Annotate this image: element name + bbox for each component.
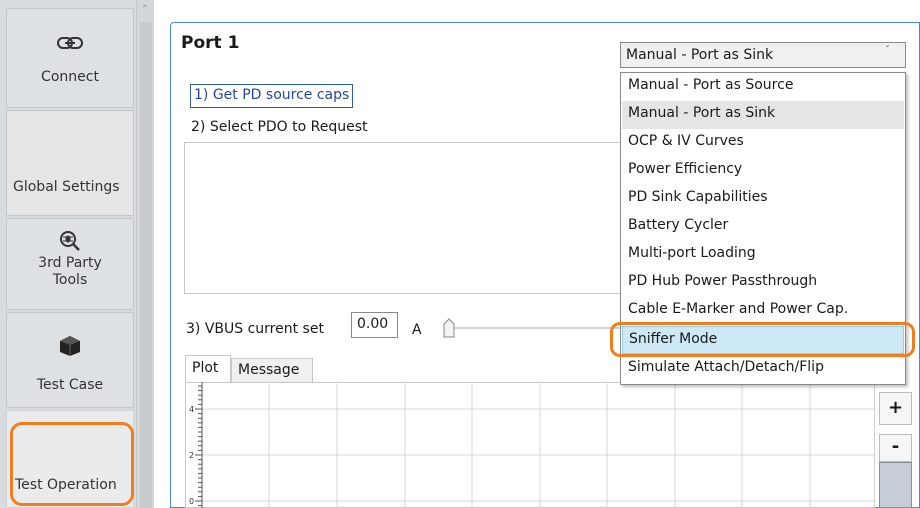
pdo-list[interactable] xyxy=(184,142,624,294)
connect-button[interactable]: Connect xyxy=(6,8,134,108)
zoom-in-button[interactable]: + xyxy=(879,392,912,425)
mode-option[interactable]: Power Efficiency xyxy=(622,157,904,185)
mode-option[interactable]: OCP & IV Curves xyxy=(622,129,904,157)
zoom-out-button[interactable]: - xyxy=(879,434,912,462)
mode-option[interactable]: Battery Cycler xyxy=(622,213,904,241)
global-settings-button[interactable]: Global Settings xyxy=(6,110,134,216)
mode-option[interactable]: Manual - Port as Source xyxy=(622,73,904,101)
mode-option[interactable]: Cable E-Marker and Power Cap. xyxy=(622,297,904,325)
tab-message[interactable]: Message xyxy=(231,358,313,383)
tab-plot[interactable]: Plot xyxy=(185,355,231,383)
y-tick-label: 0 xyxy=(189,497,194,506)
vbus-current-input[interactable]: 0.00 xyxy=(351,312,398,338)
mode-option[interactable]: Simulate Attach/Detach/Flip xyxy=(622,355,904,383)
bug-search-icon xyxy=(60,231,80,251)
mode-option[interactable]: PD Sink Capabilities xyxy=(622,185,904,213)
test-operation-highlight xyxy=(10,422,134,506)
global-settings-label: Global Settings xyxy=(13,179,120,195)
zoom-scroll-bar[interactable] xyxy=(879,462,912,508)
y-tick-label: 4 xyxy=(189,405,194,414)
mode-option[interactable]: Manual - Port as Sink xyxy=(622,101,904,129)
plot-grid: 4 2 0 xyxy=(189,382,875,508)
vbus-current-slider[interactable] xyxy=(446,327,622,329)
mode-option[interactable]: PD Hub Power Passthrough xyxy=(622,269,904,297)
third-party-label-line2: Tools xyxy=(52,272,88,288)
sniffer-mode-highlight xyxy=(610,322,915,357)
mode-select[interactable]: Manual - Port as Sink xyxy=(620,42,906,68)
vbus-unit-label: A xyxy=(412,322,422,338)
chevron-down-icon[interactable]: ˇ xyxy=(885,45,890,56)
test-case-button[interactable]: Test Case xyxy=(6,312,134,408)
mode-option[interactable]: Multi-port Loading xyxy=(622,241,904,269)
y-tick-label: 2 xyxy=(189,451,194,460)
scroll-up-icon[interactable]: ⌃ xyxy=(139,4,151,16)
port-title: Port 1 xyxy=(181,33,240,53)
test-case-label: Test Case xyxy=(36,377,104,393)
slider-thumb[interactable] xyxy=(443,318,455,338)
third-party-tools-button[interactable]: 3rd Party Tools xyxy=(6,218,134,310)
select-pdo-label: 2) Select PDO to Request xyxy=(191,119,368,135)
link-icon xyxy=(57,37,83,49)
third-party-label-line1: 3rd Party xyxy=(38,255,102,271)
vbus-current-label: 3) VBUS current set xyxy=(186,321,324,337)
connect-label: Connect xyxy=(41,69,99,85)
sidebar-scroll-thumb[interactable] xyxy=(140,22,152,508)
get-pd-source-caps-button[interactable]: 1) Get PD source caps xyxy=(190,84,354,108)
cube-icon xyxy=(60,336,80,356)
